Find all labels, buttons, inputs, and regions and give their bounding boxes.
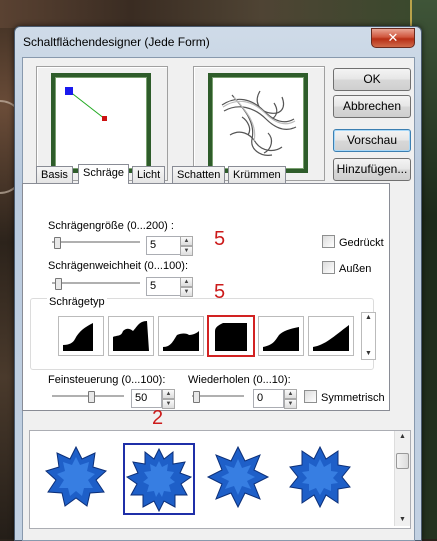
bevel-softness-spinner[interactable]: ▲ ▼ xyxy=(180,277,193,297)
spin-up-icon[interactable]: ▲ xyxy=(162,389,175,399)
bevel-type-option[interactable] xyxy=(158,316,204,356)
slider-thumb[interactable] xyxy=(54,237,61,249)
annotation-number: 2 xyxy=(152,407,164,429)
bevel-type-option[interactable] xyxy=(258,316,304,356)
repeat-slider[interactable] xyxy=(192,391,244,403)
bevel-softness-label: Schrägenweichheit (0...100): xyxy=(48,260,189,272)
bevel-type-option[interactable] xyxy=(58,316,104,356)
bevel-softness-input[interactable]: 5 xyxy=(146,277,181,296)
spin-up-icon[interactable]: ▲ xyxy=(180,277,193,287)
desktop-background-top xyxy=(0,0,437,28)
spin-down-icon[interactable]: ▼ xyxy=(284,399,297,409)
bevel-profile-icon xyxy=(215,323,247,351)
checkbox-box[interactable] xyxy=(322,261,335,274)
bevel-profile-icon xyxy=(63,323,93,351)
add-button[interactable]: Hinzufügen... xyxy=(333,158,411,181)
annotation-number: 5 xyxy=(214,228,226,250)
preset-item[interactable] xyxy=(42,443,110,511)
repeat-label: Wiederholen (0...10): xyxy=(188,374,291,386)
bevel-size-label: Schrägengröße (0...200) : xyxy=(48,220,174,232)
bevel-size-spinner[interactable]: ▲ ▼ xyxy=(180,236,193,256)
preset-item-selected[interactable] xyxy=(123,443,195,515)
checkbox-box[interactable] xyxy=(304,390,317,403)
window-title: Schaltflächendesigner (Jede Form) xyxy=(23,35,210,49)
preset-gallery: ▲ ▼ xyxy=(29,430,411,529)
fine-tuning-spinner[interactable]: ▲ ▼ xyxy=(162,389,175,409)
line-editor-canvas xyxy=(65,87,107,121)
bevel-softness-slider[interactable] xyxy=(52,278,140,290)
slider-thumb[interactable] xyxy=(88,391,95,403)
fine-tuning-label: Feinsteuerung (0...100): xyxy=(48,374,166,386)
preview-button[interactable]: Vorschau xyxy=(333,129,411,152)
bevel-profile-icon xyxy=(163,331,199,351)
gallery-scrollbar[interactable]: ▲ ▼ xyxy=(394,431,410,526)
symmetric-checkbox[interactable]: Symmetrisch xyxy=(304,390,385,404)
blue-star-preset-icon xyxy=(125,447,193,513)
close-button[interactable]: ✕ xyxy=(371,28,415,48)
embossed-preview-image xyxy=(221,90,297,156)
slider-thumb[interactable] xyxy=(193,391,200,403)
bevel-type-scrollbar[interactable]: ▲ ▼ xyxy=(361,312,376,360)
spin-up-icon[interactable]: ▲ xyxy=(284,389,297,399)
cancel-button[interactable]: Abbrechen xyxy=(333,95,411,118)
repeat-input[interactable]: 0 xyxy=(253,389,284,408)
slider-thumb[interactable] xyxy=(55,278,62,290)
bevel-size-input[interactable]: 5 xyxy=(146,236,181,255)
scroll-down-icon[interactable]: ▼ xyxy=(395,514,410,526)
blue-star-preset-icon xyxy=(206,445,270,509)
blue-star-preset-icon xyxy=(289,445,351,509)
bevel-type-option-selected[interactable] xyxy=(207,315,255,357)
outside-checkbox[interactable]: Außen xyxy=(322,261,371,275)
bevel-type-option[interactable] xyxy=(108,316,154,356)
spin-up-icon[interactable]: ▲ xyxy=(180,236,193,246)
preset-item[interactable] xyxy=(286,443,354,511)
bevel-type-label: Schrägetyp xyxy=(47,296,107,308)
checkbox-box[interactable] xyxy=(322,235,335,248)
tab-shadow[interactable]: Schatten xyxy=(172,166,226,183)
spin-down-icon[interactable]: ▼ xyxy=(162,399,175,409)
button-preview xyxy=(208,73,308,173)
bevel-type-option[interactable] xyxy=(308,316,354,356)
scroll-down-icon[interactable]: ▼ xyxy=(362,349,375,359)
fine-tuning-slider[interactable] xyxy=(52,391,124,403)
pressed-label: Gedrückt xyxy=(339,237,384,249)
bevel-size-slider[interactable] xyxy=(52,237,140,249)
start-handle[interactable] xyxy=(65,87,73,95)
scroll-thumb[interactable] xyxy=(396,453,409,469)
pressed-checkbox[interactable]: Gedrückt xyxy=(322,235,384,249)
blue-star-preset-icon xyxy=(45,445,107,507)
spin-down-icon[interactable]: ▼ xyxy=(180,246,193,256)
tab-bevel[interactable]: Schräge xyxy=(78,164,129,184)
scroll-up-icon[interactable]: ▲ xyxy=(362,313,375,323)
ok-button[interactable]: OK xyxy=(333,68,411,91)
outside-label: Außen xyxy=(339,263,372,275)
end-handle[interactable] xyxy=(102,116,107,121)
close-icon: ✕ xyxy=(387,30,399,45)
scroll-up-icon[interactable]: ▲ xyxy=(395,431,410,443)
bevel-profile-icon xyxy=(113,321,149,351)
spin-down-icon[interactable]: ▼ xyxy=(180,287,193,297)
symmetric-label: Symmetrisch xyxy=(321,392,385,404)
tab-basis[interactable]: Basis xyxy=(36,166,73,183)
button-preview-panel xyxy=(193,66,325,181)
repeat-spinner[interactable]: ▲ ▼ xyxy=(284,389,297,409)
preset-item[interactable] xyxy=(204,443,272,511)
shape-line-editor[interactable] xyxy=(51,73,151,173)
bevel-profile-icon xyxy=(313,325,349,351)
tab-warp[interactable]: Krümmen xyxy=(228,166,286,183)
bevel-profile-icon xyxy=(263,327,299,351)
fine-tuning-input[interactable]: 50 xyxy=(131,389,162,408)
tab-light[interactable]: Licht xyxy=(132,166,166,183)
